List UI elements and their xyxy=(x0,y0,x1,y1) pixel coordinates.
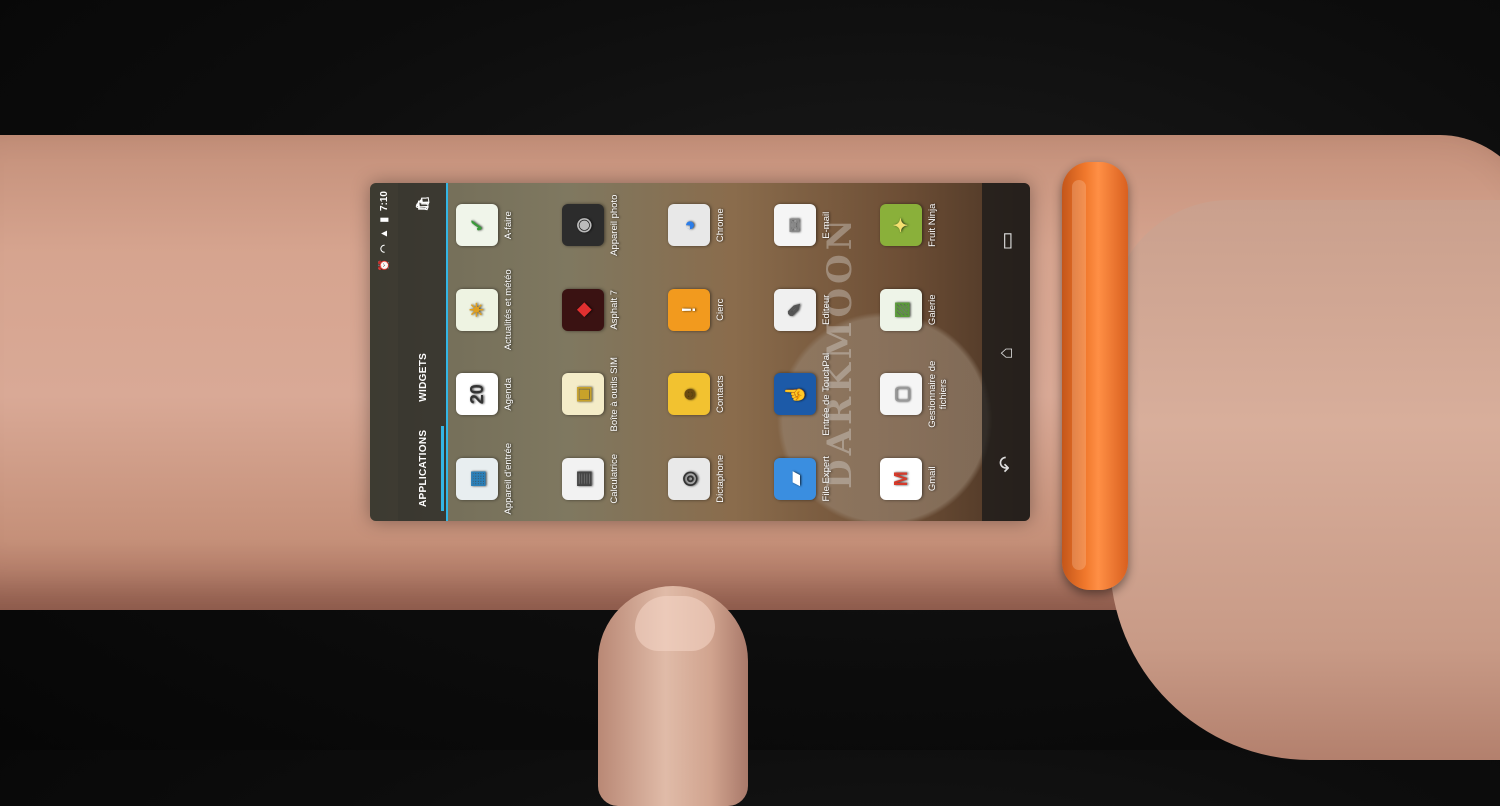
scene: ⏰ ◠ ▲ ▮ 7:10 APPLICATIONS WIDGETS 🛍 ▦ App… xyxy=(0,0,1500,806)
chrome-icon: ◕ xyxy=(668,204,710,247)
navigation-bar: ↶ ⌂ ▭ xyxy=(982,183,1030,521)
camera-icon: ◉ xyxy=(562,204,604,247)
appareil-entree-icon: ▦ xyxy=(456,457,498,500)
tab-applications[interactable]: APPLICATIONS xyxy=(398,416,448,521)
signal-icon: ▲ xyxy=(378,228,390,239)
hand xyxy=(1110,200,1500,760)
app-label: Boîte à outils SIM xyxy=(609,357,620,432)
cierc-icon: ! xyxy=(668,288,710,331)
contacts-icon: ☻ xyxy=(668,373,710,416)
recent-apps-icon[interactable]: ▭ xyxy=(994,231,1019,250)
play-store-icon[interactable]: 🛍 xyxy=(415,195,431,212)
gmail-icon: M xyxy=(880,457,922,500)
gallery-icon: ▨ xyxy=(880,288,922,331)
file-manager-icon: ▢ xyxy=(880,373,922,416)
app-voice-recorder[interactable]: ◎ Dictaphone xyxy=(668,437,760,522)
app-grid: ▦ Appareil d'entrée 20 Agenda ☀ Actualités et… xyxy=(456,183,972,521)
wallpaper-watermark: DARKMOON xyxy=(820,215,860,489)
file-expert-icon: ▰ xyxy=(774,457,816,500)
editor-icon: ✎ xyxy=(774,288,816,331)
alarm-icon: ⏰ xyxy=(378,259,390,272)
app-label: Galerie xyxy=(927,294,938,326)
app-cierc[interactable]: ! Cierc xyxy=(668,268,760,353)
status-time: 7:10 xyxy=(378,191,390,212)
fruit-ninja-icon: ✦ xyxy=(880,204,922,247)
app-gmail[interactable]: M Gmail xyxy=(880,437,972,522)
wifi-icon: ◠ xyxy=(378,244,390,254)
app-label: Dictaphone xyxy=(715,454,726,503)
app-label: Cierc xyxy=(715,298,726,321)
back-icon[interactable]: ↶ xyxy=(994,456,1019,473)
email-icon: ✉ xyxy=(774,204,816,247)
app-calculator[interactable]: ▤ Calculatrice xyxy=(562,437,654,522)
asphalt-icon: ◆ xyxy=(562,288,604,331)
android-app-drawer: ⏰ ◠ ▲ ▮ 7:10 APPLICATIONS WIDGETS 🛍 ▦ App… xyxy=(370,183,1030,521)
news-weather-icon: ☀ xyxy=(456,288,498,331)
app-label: Gmail xyxy=(927,466,938,492)
app-fruit-ninja[interactable]: ✦ Fruit Ninja xyxy=(880,183,972,268)
app-label: Asphalt 7 xyxy=(609,289,620,330)
app-gallery[interactable]: ▨ Galerie xyxy=(880,268,972,353)
app-label: Contacts xyxy=(715,375,726,414)
tab-applications-label: APPLICATIONS xyxy=(417,429,429,507)
voice-recorder-icon: ◎ xyxy=(668,457,710,500)
app-label: Appareil d'entrée xyxy=(503,442,514,515)
projected-screen: ⏰ ◠ ▲ ▮ 7:10 APPLICATIONS WIDGETS 🛍 ▦ App… xyxy=(370,183,1030,521)
todo-icon: ✓ xyxy=(456,204,498,247)
app-label: A-faire xyxy=(503,211,514,240)
drawer-tab-bar: APPLICATIONS WIDGETS 🛍 xyxy=(398,183,448,521)
app-todo[interactable]: ✓ A-faire xyxy=(456,183,548,268)
app-calendar[interactable]: 20 Agenda xyxy=(456,352,548,437)
status-bar: ⏰ ◠ ▲ ▮ 7:10 xyxy=(370,183,398,521)
app-label: Fruit Ninja xyxy=(927,203,938,247)
app-contacts[interactable]: ☻ Contacts xyxy=(668,352,760,437)
app-label: Gestionnaire de fichiers xyxy=(927,360,949,428)
app-label: Chrome xyxy=(715,208,726,243)
app-label: Actualités et météo xyxy=(503,269,514,351)
tab-underline xyxy=(446,183,448,521)
battery-icon: ▮ xyxy=(378,217,390,223)
app-file-manager[interactable]: ▢ Gestionnaire de fichiers xyxy=(880,352,972,437)
app-chrome[interactable]: ◕ Chrome xyxy=(668,183,760,268)
calculator-icon: ▤ xyxy=(562,457,604,500)
home-icon[interactable]: ⌂ xyxy=(995,347,1018,359)
app-news-weather[interactable]: ☀ Actualités et météo xyxy=(456,268,548,353)
app-sim-toolkit[interactable]: ▣ Boîte à outils SIM xyxy=(562,352,654,437)
tab-widgets-label: WIDGETS xyxy=(417,352,429,402)
calendar-icon: 20 xyxy=(456,373,498,416)
app-asphalt[interactable]: ◆ Asphalt 7 xyxy=(562,268,654,353)
wristband-highlight xyxy=(1072,180,1086,570)
touchpal-icon: ☝ xyxy=(774,373,816,416)
app-label: Appareil photo xyxy=(609,194,620,256)
sim-toolkit-icon: ▣ xyxy=(562,373,604,416)
tab-widgets[interactable]: WIDGETS xyxy=(398,339,448,416)
app-camera[interactable]: ◉ Appareil photo xyxy=(562,183,654,268)
app-appareil-entree[interactable]: ▦ Appareil d'entrée xyxy=(456,437,548,522)
app-label: Calculatrice xyxy=(609,453,620,504)
app-label: Agenda xyxy=(503,377,514,411)
fingernail xyxy=(635,596,715,651)
